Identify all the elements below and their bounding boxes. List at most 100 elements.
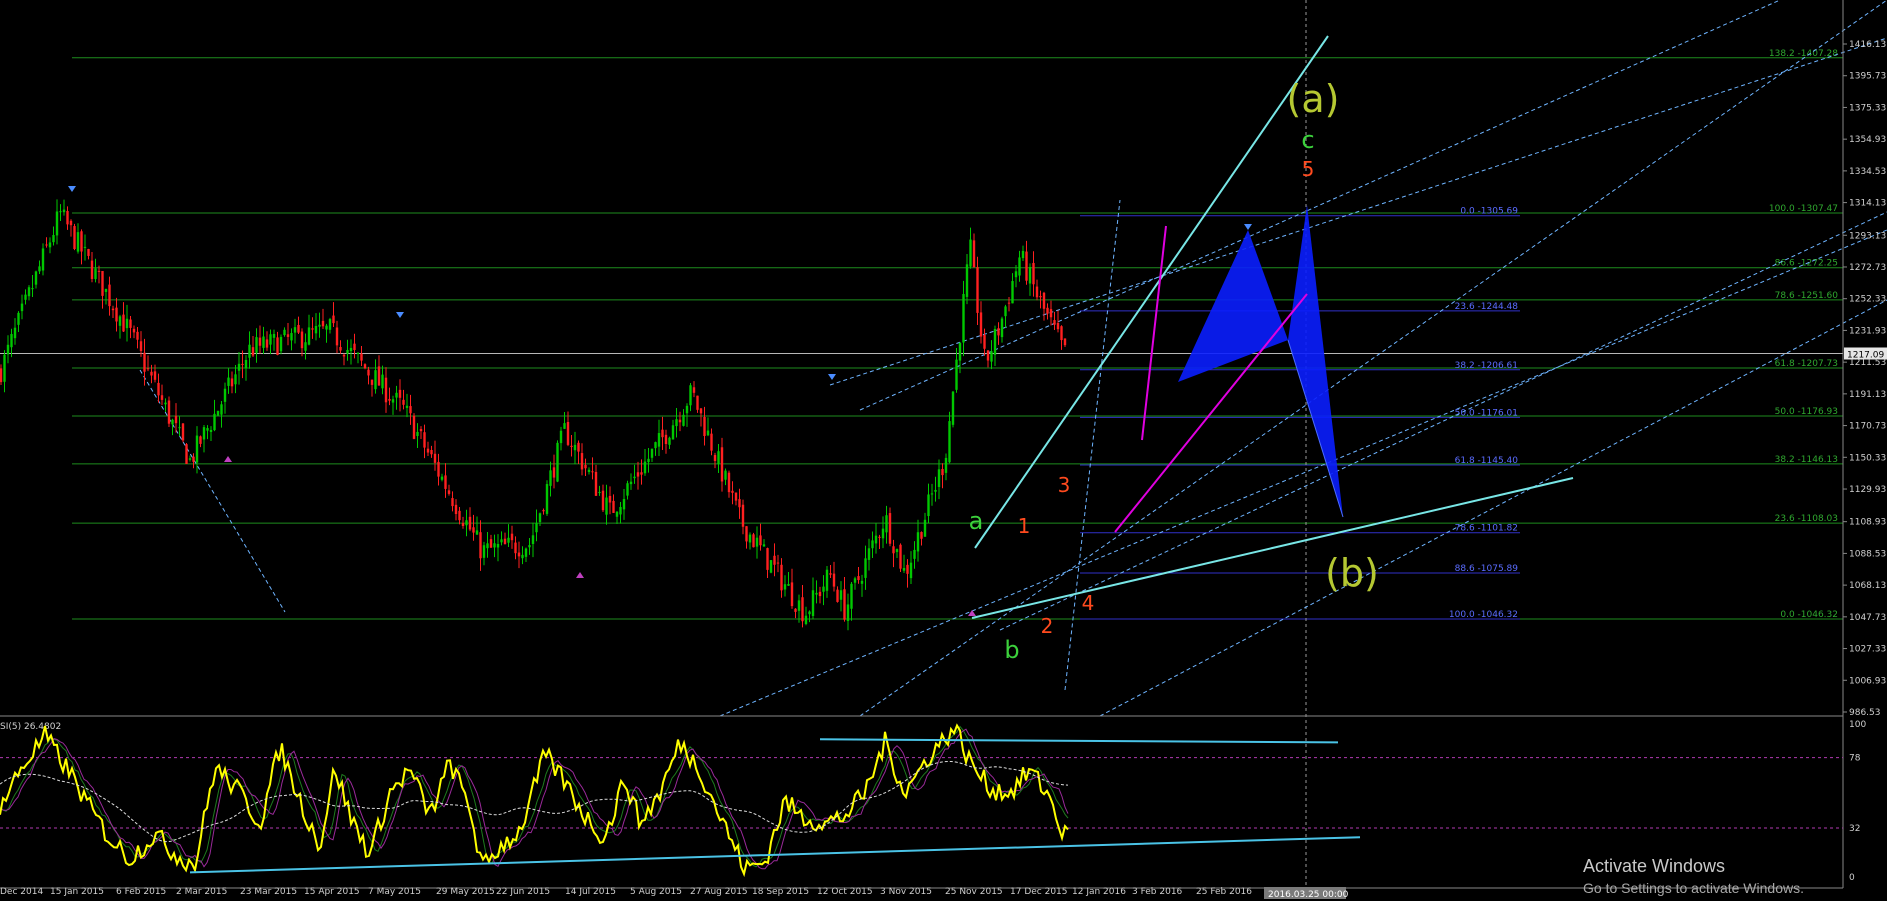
candle-body <box>398 389 402 398</box>
candle-body <box>972 240 976 268</box>
candle-body <box>395 392 398 398</box>
fib-right-level-label: 0.0 -1046.32 <box>1780 610 1838 620</box>
candle-body <box>1032 262 1035 285</box>
candle-body <box>405 405 409 408</box>
candle-body <box>860 580 864 584</box>
candle-body <box>83 246 87 248</box>
candle-body <box>1004 306 1007 317</box>
date-tick-label: 25 Feb 2016 <box>1196 887 1252 897</box>
candle-body <box>164 402 167 405</box>
candle-body <box>773 555 776 565</box>
candle-body <box>654 442 657 449</box>
candle-body <box>279 336 283 352</box>
candle-body <box>20 303 24 312</box>
candle-body <box>430 449 433 455</box>
candle-body <box>412 415 416 439</box>
fib-left-level-label: 50.0 -1176.01 <box>1455 408 1518 418</box>
candle-body <box>545 484 549 514</box>
fib-right-level-label: 50.0 -1176.93 <box>1775 407 1838 417</box>
candle-body <box>951 391 955 425</box>
candle-body <box>657 433 661 447</box>
candle-body <box>283 329 286 336</box>
candle-body <box>930 493 934 495</box>
candle-body <box>150 371 153 376</box>
candle-body <box>1025 251 1028 281</box>
candle-body <box>979 312 983 337</box>
candle-body <box>94 268 97 280</box>
candle-body <box>349 347 353 352</box>
candle-body <box>244 359 248 369</box>
fib-left-level-label: 61.8 -1145.40 <box>1455 456 1519 466</box>
candle-body <box>55 211 59 236</box>
candle-body <box>258 337 262 346</box>
candle-body <box>790 582 794 607</box>
candle-body <box>808 611 811 615</box>
candle-body <box>734 492 738 501</box>
date-tick-label: 25 Nov 2015 <box>945 887 1003 897</box>
candle-body <box>591 471 594 473</box>
candle-body <box>874 535 878 544</box>
candle-body <box>377 366 381 386</box>
price-tick-label: 1047.73 <box>1849 613 1886 623</box>
candle-body <box>139 341 143 351</box>
candle-body <box>272 333 276 338</box>
candle-body <box>955 359 958 390</box>
candle-body <box>993 328 997 355</box>
candle-body <box>384 377 388 403</box>
candle-body <box>811 590 815 616</box>
candle-body <box>146 368 150 370</box>
candle-body <box>213 413 216 431</box>
candle-body <box>626 483 629 496</box>
candle-body <box>871 540 874 549</box>
candle-body <box>24 294 27 300</box>
candle-body <box>717 451 720 465</box>
candle-body <box>675 419 678 427</box>
candle-body <box>510 533 514 541</box>
candle-body <box>10 334 13 348</box>
candle-body <box>748 534 752 543</box>
candle-body <box>535 523 538 533</box>
candle-body <box>762 544 766 547</box>
candle-body <box>948 421 951 463</box>
candle-body <box>160 395 164 400</box>
price-tick-label: 1129.93 <box>1849 485 1886 495</box>
candle-body <box>223 388 227 402</box>
candle-body <box>339 347 342 351</box>
candle-body <box>48 242 52 248</box>
candle-body <box>265 339 269 348</box>
candle-body <box>360 353 363 361</box>
candle-body <box>356 352 360 354</box>
candle-body <box>290 333 293 341</box>
price-chart[interactable]: 138.2 -1407.28100.0 -1307.4786.6 -1272.2… <box>0 0 1887 901</box>
price-tick-label: 986.53 <box>1849 708 1881 718</box>
candle-body <box>559 430 563 444</box>
candle-body <box>909 562 913 579</box>
candle-body <box>122 314 125 332</box>
candle-body <box>892 546 895 554</box>
candle-body <box>787 583 790 586</box>
candle-body <box>1056 323 1060 330</box>
candle-body <box>678 419 682 423</box>
price-tick-label: 1293.13 <box>1849 231 1886 241</box>
price-tick-label: 1088.53 <box>1849 549 1886 559</box>
candle-body <box>363 364 367 369</box>
candle-body <box>234 374 237 385</box>
candle-body <box>304 342 307 351</box>
candle-body <box>780 564 783 591</box>
candle-body <box>517 552 521 557</box>
candle-body <box>738 499 741 508</box>
candle-body <box>143 352 146 372</box>
candle-body <box>766 548 769 570</box>
candle-body <box>671 425 675 440</box>
candle-body <box>262 336 265 348</box>
candle-body <box>465 520 468 526</box>
candle-body <box>867 548 871 560</box>
fib-left-level-label: 78.6 -1101.82 <box>1455 524 1518 534</box>
candle-body <box>416 431 419 436</box>
candle-body <box>367 369 370 376</box>
candle-body <box>857 576 860 581</box>
candle-body <box>45 244 48 246</box>
price-tick-label: 1334.53 <box>1849 167 1886 177</box>
date-tick-label: 15 Jan 2015 <box>50 887 104 897</box>
candle-body <box>321 320 325 327</box>
